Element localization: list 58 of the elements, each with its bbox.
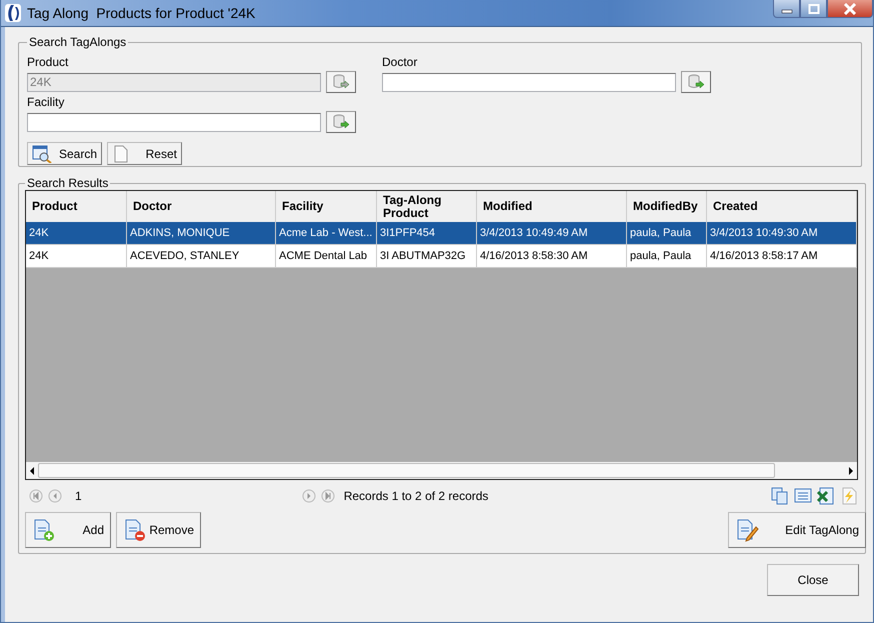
reset-button[interactable]: Reset bbox=[107, 142, 182, 165]
next-page-icon[interactable] bbox=[302, 489, 316, 503]
table-cell: 3I ABUTMAP32G bbox=[377, 245, 477, 267]
input-field[interactable] bbox=[27, 112, 321, 132]
table-cell: 4/16/2013 8:58:30 AM bbox=[477, 245, 627, 267]
lookup-button[interactable] bbox=[326, 71, 356, 93]
first-page-icon[interactable] bbox=[29, 489, 43, 503]
group-title: Search Results bbox=[26, 176, 110, 190]
add-button[interactable]: Add bbox=[25, 512, 111, 548]
horizontal-scrollbar[interactable] bbox=[26, 462, 857, 479]
table-row[interactable]: 24K ADKINS, MONIQUE Acme Lab - West... 3I1PFP454 3/4/2013 10:49:49 AM paula, Paula 3/4/2013 10:49:30 AM bbox=[26, 222, 857, 245]
page-number: 1 bbox=[75, 489, 82, 503]
input-field[interactable] bbox=[382, 72, 676, 92]
field-label: Doctor bbox=[382, 55, 418, 71]
field-label: Product bbox=[27, 55, 70, 71]
search-icon bbox=[32, 144, 52, 162]
app-logo-icon bbox=[5, 4, 21, 22]
table-cell: 3/4/2013 10:49:30 AM bbox=[707, 222, 857, 244]
table-cell: 3/4/2013 10:49:49 AM bbox=[477, 222, 627, 244]
database-arrow-icon bbox=[687, 73, 705, 91]
database-arrow-icon bbox=[332, 113, 350, 131]
document-minus-icon bbox=[123, 518, 147, 542]
scrollbar-thumb[interactable] bbox=[38, 463, 775, 478]
edit-button[interactable]: Edit TagAlong bbox=[728, 512, 866, 548]
group-title: Search TagAlongs bbox=[28, 35, 128, 49]
table-cell: 4/16/2013 8:58:17 AM bbox=[707, 245, 857, 267]
lookup-button[interactable] bbox=[681, 71, 711, 93]
table-cell: ACEVEDO, STANLEY bbox=[127, 245, 276, 267]
maximize-icon bbox=[808, 4, 820, 14]
table-cell: 24K bbox=[26, 245, 127, 267]
close-dialog-button[interactable]: Close bbox=[767, 564, 859, 596]
window-title: Tag Along Products for Product '24K bbox=[27, 5, 256, 21]
document-pencil-icon bbox=[735, 518, 759, 542]
close-icon bbox=[843, 2, 857, 14]
table-cell: paula, Paula bbox=[627, 222, 707, 244]
list-icon[interactable] bbox=[794, 487, 812, 505]
table-cell: ACME Dental Lab bbox=[276, 245, 377, 267]
database-arrow-icon bbox=[332, 73, 350, 91]
table-cell: 3I1PFP454 bbox=[377, 222, 477, 244]
document-icon bbox=[112, 144, 130, 162]
field-label: Facility bbox=[27, 95, 66, 111]
table-cell: 24K bbox=[26, 222, 127, 244]
last-page-icon[interactable] bbox=[320, 489, 335, 503]
table-cell: paula, Paula bbox=[627, 245, 707, 267]
close-button[interactable] bbox=[827, 0, 873, 18]
spreadsheet-icon[interactable] bbox=[817, 487, 835, 505]
table-cell: ADKINS, MONIQUE bbox=[127, 222, 276, 244]
table-cell: Acme Lab - West... bbox=[276, 222, 377, 244]
maximize-button[interactable] bbox=[800, 0, 827, 18]
table-row[interactable]: 24K ACEVEDO, STANLEY ACME Dental Lab 3I ABUTMAP32G 4/16/2013 8:58:30 AM paula, Paula 4/16/2013 8:58:17 AM bbox=[26, 245, 857, 268]
lookup-button[interactable] bbox=[326, 111, 356, 133]
minimize-button[interactable] bbox=[773, 0, 800, 18]
remove-button[interactable]: Remove bbox=[116, 512, 201, 548]
search-button[interactable]: Search bbox=[27, 142, 102, 165]
previous-page-icon[interactable] bbox=[48, 489, 62, 503]
copy-icon[interactable] bbox=[771, 487, 789, 505]
document-plus-icon bbox=[32, 518, 56, 542]
records-summary: Records 1 to 2 of 2 records bbox=[344, 489, 488, 503]
